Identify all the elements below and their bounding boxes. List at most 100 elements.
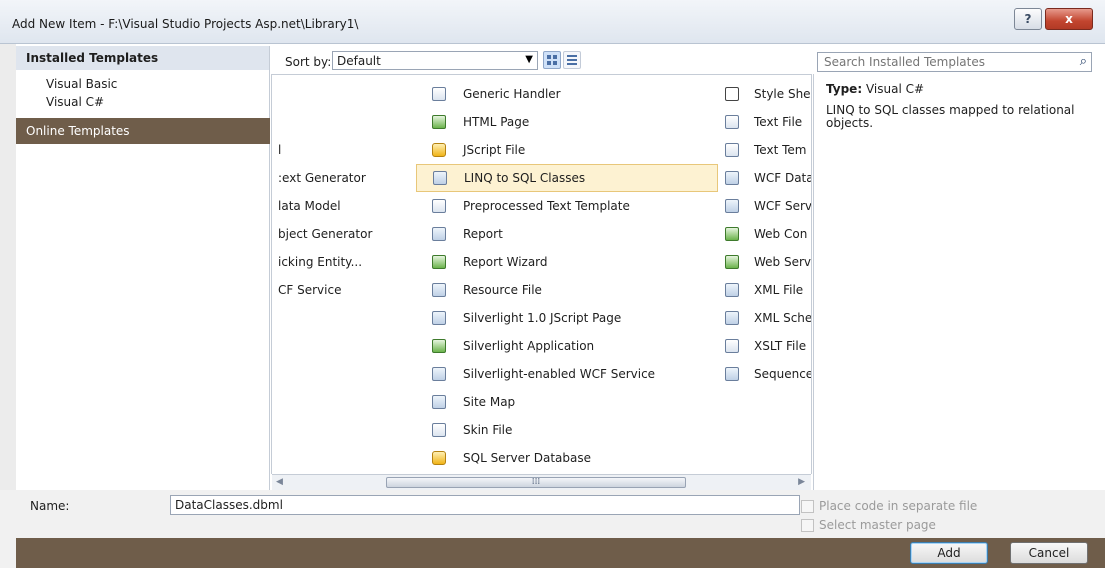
jscript-file-icon — [432, 143, 446, 157]
checkbox-box — [801, 518, 814, 532]
title-bar: Add New Item - F:\Visual Studio Projects… — [0, 0, 1105, 44]
template-silverlight-application[interactable]: Silverlight Application — [416, 332, 718, 360]
report-wizard-icon — [432, 255, 446, 269]
add-button[interactable]: Add — [910, 542, 988, 564]
template-web-config[interactable]: Web Con — [720, 220, 811, 248]
template-xml-schema[interactable]: XML Sche — [720, 304, 811, 332]
template-web-service[interactable]: Web Serv — [720, 248, 811, 276]
template-column-2: Generic Handler HTML Page JScript File L… — [416, 80, 718, 472]
report-icon — [432, 227, 446, 241]
skin-file-icon — [432, 423, 446, 437]
master-page-label: Select master page — [819, 518, 936, 532]
template-report-wizard[interactable]: Report Wizard — [416, 248, 718, 276]
template-style-sheet[interactable]: Style Shee — [720, 80, 811, 108]
list-item[interactable]: l — [272, 136, 412, 164]
list-item[interactable] — [272, 304, 412, 332]
xml-file-icon — [725, 283, 739, 297]
xslt-file-icon — [725, 339, 739, 353]
list-item[interactable] — [272, 360, 412, 388]
separate-file-checkbox[interactable]: Place code in separate file — [801, 499, 977, 513]
database-icon — [432, 451, 446, 465]
text-template-icon — [725, 143, 739, 157]
html-page-icon — [432, 115, 446, 129]
list-item[interactable]: CF Service — [272, 276, 412, 304]
resource-file-icon — [432, 283, 446, 297]
template-silverlight-wcf-service[interactable]: Silverlight-enabled WCF Service — [416, 360, 718, 388]
template-resource-file[interactable]: Resource File — [416, 276, 718, 304]
web-service-icon — [725, 255, 739, 269]
template-column-3: Style Shee Text File Text Tem WCF Data W… — [720, 80, 811, 388]
template-preprocessed-text-template[interactable]: Preprocessed Text Template — [416, 192, 718, 220]
template-description: LINQ to SQL classes mapped to relational… — [826, 103, 1075, 130]
wcf-service-icon — [432, 367, 446, 381]
list-item[interactable] — [272, 444, 412, 472]
template-text-template[interactable]: Text Tem — [720, 136, 811, 164]
scrollbar-thumb[interactable]: ⁞⁞⁞ — [386, 477, 686, 488]
name-input[interactable] — [170, 495, 800, 515]
template-sql-server-database[interactable]: SQL Server Database — [416, 444, 718, 472]
template-xslt-file[interactable]: XSLT File — [720, 332, 811, 360]
master-page-checkbox[interactable]: Select master page — [801, 518, 936, 532]
sidebar-item-visual-csharp[interactable]: Visual C# — [16, 92, 269, 110]
list-item[interactable] — [272, 332, 412, 360]
button-bar: Add Cancel — [16, 538, 1105, 568]
template-info-panel: Type: Visual C# LINQ to SQL classes mapp… — [813, 74, 1105, 490]
close-button[interactable]: x — [1045, 8, 1093, 30]
wcf-data-icon — [725, 171, 739, 185]
list-item[interactable]: lata Model — [272, 192, 412, 220]
sort-toolbar: Sort by: Default ▼ — [271, 46, 812, 74]
separate-file-label: Place code in separate file — [819, 499, 978, 513]
dialog-bottom: Name: Place code in separate file Select… — [0, 490, 1105, 568]
cancel-button[interactable]: Cancel — [1010, 542, 1088, 564]
list-item[interactable] — [272, 80, 412, 108]
list-item[interactable] — [272, 388, 412, 416]
sort-value: Default — [337, 54, 381, 68]
scroll-left-arrow-icon[interactable]: ◀ — [276, 477, 283, 487]
template-skin-file[interactable]: Skin File — [416, 416, 718, 444]
list-item[interactable] — [272, 108, 412, 136]
template-silverlight-jscript-page[interactable]: Silverlight 1.0 JScript Page — [416, 304, 718, 332]
online-templates-header[interactable]: Online Templates — [16, 118, 270, 144]
template-generic-handler[interactable]: Generic Handler — [416, 80, 718, 108]
small-icons-view-button[interactable] — [563, 51, 581, 69]
sort-label: Sort by: — [285, 55, 332, 69]
sequence-icon — [725, 367, 739, 381]
template-wcf-service[interactable]: WCF Serv — [720, 192, 811, 220]
template-jscript-file[interactable]: JScript File — [416, 136, 718, 164]
search-icon[interactable]: ⌕ — [1080, 54, 1087, 69]
scroll-right-arrow-icon[interactable]: ▶ — [798, 477, 805, 487]
template-list: l :ext Generator lata Model bject Genera… — [271, 74, 812, 474]
wcf-service-icon — [725, 199, 739, 213]
text-file-icon — [725, 115, 739, 129]
template-site-map[interactable]: Site Map — [416, 388, 718, 416]
template-type: Type: Visual C# — [826, 82, 1093, 96]
list-item[interactable] — [272, 416, 412, 444]
search-input[interactable] — [818, 53, 1058, 71]
sidebar-item-visual-basic[interactable]: Visual Basic — [16, 70, 269, 92]
style-sheet-icon — [725, 87, 739, 101]
template-html-page[interactable]: HTML Page — [416, 108, 718, 136]
sort-select[interactable]: Default ▼ — [332, 51, 538, 70]
template-report[interactable]: Report — [416, 220, 718, 248]
name-label: Name: — [30, 499, 70, 513]
text-template-icon — [432, 199, 446, 213]
linq-to-sql-icon — [433, 171, 447, 185]
silverlight-page-icon — [432, 311, 446, 325]
template-text-file[interactable]: Text File — [720, 108, 811, 136]
horizontal-scrollbar[interactable]: ◀ ⁞⁞⁞ ▶ — [272, 474, 811, 490]
type-label: Type: — [826, 82, 863, 96]
installed-templates-header[interactable]: Installed Templates — [16, 46, 269, 70]
medium-icons-view-button[interactable] — [543, 51, 561, 69]
window-title: Add New Item - F:\Visual Studio Projects… — [12, 17, 359, 31]
list-item[interactable]: icking Entity... — [272, 248, 412, 276]
template-sequence-diagram[interactable]: Sequence — [720, 360, 811, 388]
list-item[interactable]: :ext Generator — [272, 164, 412, 192]
template-xml-file[interactable]: XML File — [720, 276, 811, 304]
template-linq-to-sql-classes[interactable]: LINQ to SQL Classes — [416, 164, 718, 192]
list-item[interactable]: bject Generator — [272, 220, 412, 248]
silverlight-app-icon — [432, 339, 446, 353]
template-wcf-data-service[interactable]: WCF Data — [720, 164, 811, 192]
chevron-down-icon: ▼ — [525, 54, 533, 65]
xml-schema-icon — [725, 311, 739, 325]
help-button[interactable]: ? — [1014, 8, 1042, 30]
